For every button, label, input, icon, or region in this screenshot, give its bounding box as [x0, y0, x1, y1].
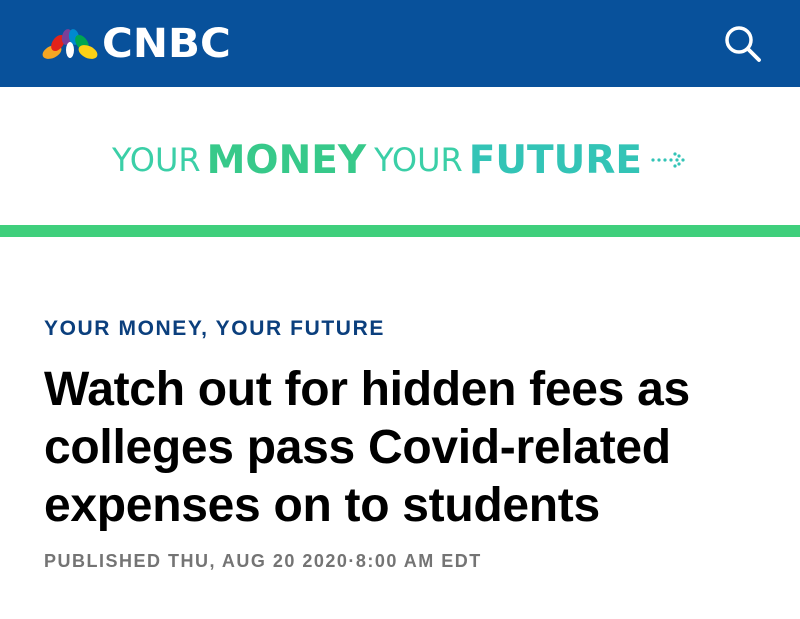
- site-header: CNBC: [0, 0, 800, 87]
- article: YOUR MONEY, YOUR FUTURE Watch out for hi…: [0, 237, 800, 572]
- banner-word-money: MONEY: [206, 137, 367, 183]
- banner-word-your-1: YOUR: [111, 141, 201, 179]
- brand-name: CNBC: [102, 20, 231, 67]
- published-timestamp: PUBLISHED THU, AUG 20 2020·8:00 AM EDT: [44, 551, 482, 571]
- banner-word-your-2: YOUR: [374, 141, 463, 179]
- section-link[interactable]: YOUR MONEY, YOUR FUTURE: [44, 317, 385, 341]
- search-button[interactable]: [720, 21, 766, 67]
- peacock-icon: [42, 28, 98, 59]
- cnbc-logo[interactable]: CNBC: [40, 24, 231, 64]
- dotted-arrow-icon: [651, 152, 685, 168]
- search-icon: [725, 25, 761, 62]
- banner-link[interactable]: YOUR MONEY YOUR FUTURE: [112, 138, 688, 183]
- article-headline: Watch out for hidden fees as colleges pa…: [44, 363, 690, 532]
- your-money-your-future-banner: YOUR MONEY YOUR FUTURE: [0, 87, 800, 237]
- banner-word-future: FUTURE: [468, 137, 643, 183]
